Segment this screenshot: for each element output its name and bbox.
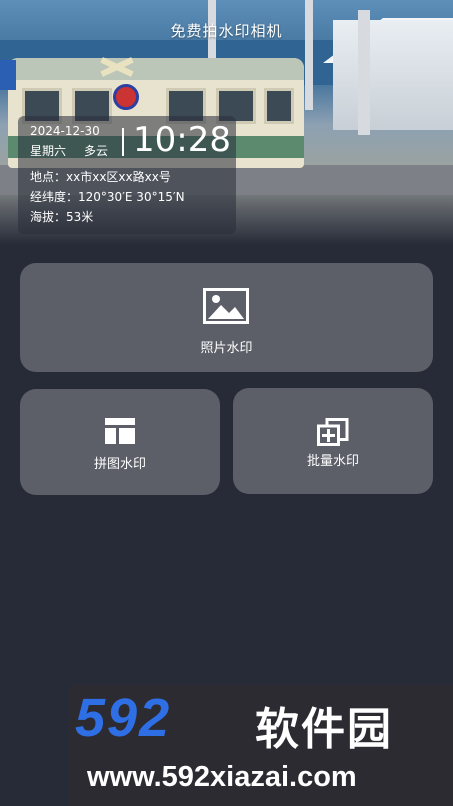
collage-watermark-label: 拼图水印 xyxy=(93,457,146,472)
layout-icon xyxy=(105,418,135,444)
watermark-divider xyxy=(122,128,124,156)
road-sign xyxy=(0,60,16,90)
watermark-weather: 多云 xyxy=(84,144,109,158)
watermark-weekday: 星期六 xyxy=(30,144,67,158)
app-title: 免费拍水印相机 xyxy=(170,22,283,40)
location-label: 地点： xyxy=(30,170,67,184)
train-roof xyxy=(8,58,304,80)
watermark-coordinates: 经纬度：120°30′E 30°15′N xyxy=(30,188,185,205)
coords-label: 经纬度： xyxy=(30,190,79,204)
watermark-altitude: 海拔：53米 xyxy=(30,208,93,225)
coords-value: 120°30′E 30°15′N xyxy=(78,190,185,204)
photo-watermark-button[interactable]: 照片水印 xyxy=(20,263,433,372)
altitude-value: 53米 xyxy=(66,210,94,224)
pole xyxy=(305,0,313,110)
brand-number: 592 xyxy=(75,688,172,748)
train-window xyxy=(264,88,294,124)
location-value: xx市xx区xx路xx号 xyxy=(66,170,171,184)
brand-url: www.592xiazai.com xyxy=(87,761,357,793)
batch-watermark-button[interactable]: 批量水印 xyxy=(233,388,433,494)
image-icon xyxy=(203,288,249,324)
collage-watermark-button[interactable]: 拼图水印 xyxy=(20,389,220,495)
watermark-date: 2024-12-30 xyxy=(30,124,100,138)
batch-watermark-label: 批量水印 xyxy=(306,454,359,469)
watermark-info-card[interactable]: 2024-12-30 星期六 多云 10:28 地点：xx市xx区xx路xx号 … xyxy=(18,116,236,234)
brand-name: 软件园 xyxy=(255,704,393,755)
watermark-time: 10:28 xyxy=(133,120,231,160)
altitude-label: 海拔： xyxy=(30,210,67,224)
watermark-location: 地点：xx市xx区xx路xx号 xyxy=(30,168,171,185)
photo-watermark-label: 照片水印 xyxy=(200,341,253,356)
no-entry-sign xyxy=(113,84,139,110)
site-branding: 592 软件园 www.592xiazai.com xyxy=(69,685,453,806)
batch-add-icon xyxy=(317,418,349,446)
